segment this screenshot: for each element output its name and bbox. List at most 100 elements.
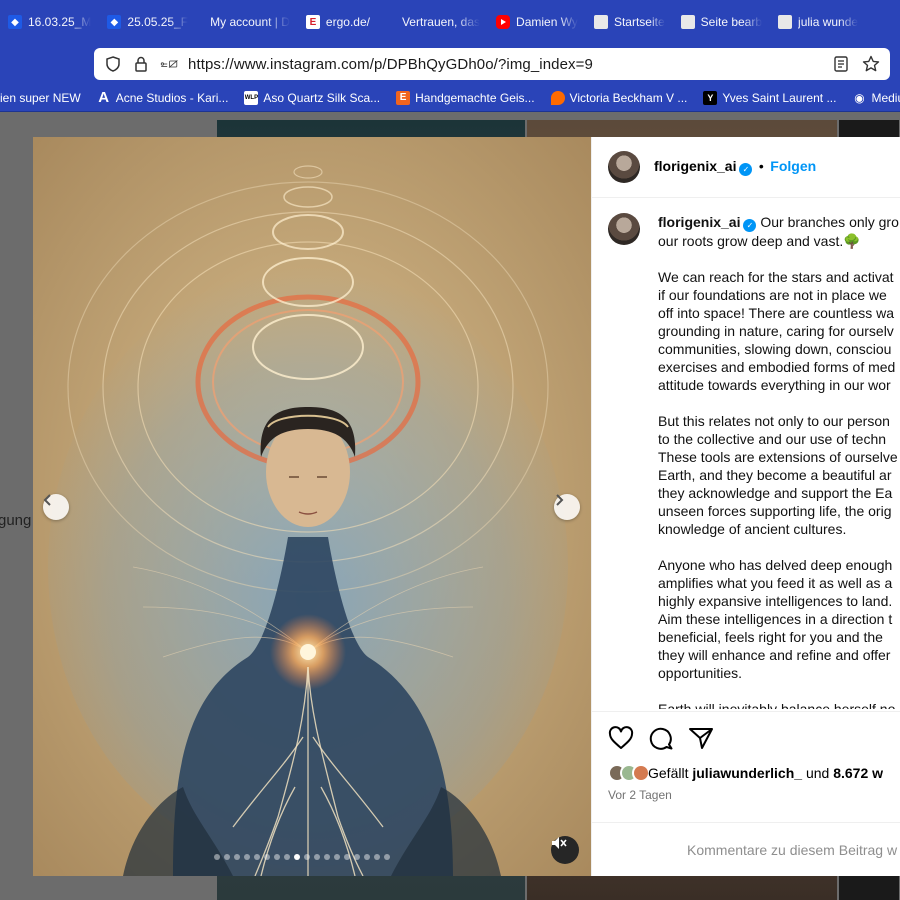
caption-line: Aim these intelligences in a direction t [658, 611, 893, 627]
like-heart-icon[interactable] [608, 725, 634, 755]
caption-paragraph: We can reach for the stars and activat if… [658, 268, 900, 394]
page-icon [593, 15, 608, 29]
caption-line: But this relates not only to our person [658, 413, 890, 429]
address-bar[interactable]: https://www.instagram.com/p/DPBhQyGDh0o/… [94, 48, 890, 80]
share-icon[interactable] [688, 726, 714, 755]
caption-line: knowledge of ancient cultures. [658, 521, 847, 537]
carousel-dot [274, 854, 280, 860]
post-modal: florigenix_ai ✓ • Folgen florigenix_ai ✓ O… [33, 137, 900, 876]
browser-tab[interactable]: ◆ 25.05.25_F [99, 0, 196, 44]
like-count[interactable]: 8.672 w [833, 765, 883, 781]
medium-logo-icon: ◉ [854, 90, 865, 105]
caption-line: communities, slowing down, consciou [658, 341, 892, 357]
caption-line: Earth, and they become a beautiful ar [658, 467, 892, 483]
browser-tab[interactable]: julia wunde [770, 0, 866, 44]
browser-tab[interactable]: Startseite [586, 0, 673, 44]
liker-avatars [608, 764, 650, 782]
carousel-dot [244, 854, 250, 860]
username-link[interactable]: florigenix_ai [658, 214, 740, 230]
caption-line: Earth will inevitably balance herself no [658, 701, 896, 709]
dropbox-icon: ◆ [107, 15, 122, 29]
caption-paragraph: florigenix_ai ✓ Our branches only gro our … [658, 213, 900, 250]
caption-line: These tools are extensions of ourselve [658, 449, 898, 465]
caption-line: We can reach for the stars and activat [658, 269, 894, 285]
etsy-logo-icon: E [396, 90, 411, 105]
bookmarks-bar: ien super NEW A Acne Studios - Kari... WL… [0, 84, 900, 112]
verified-badge-icon: ✓ [743, 219, 757, 232]
caption-line: opportunities. [658, 665, 743, 681]
post-date[interactable]: Vor 2 Tagen [608, 788, 885, 802]
carousel-dot [264, 854, 270, 860]
carousel-dot [224, 854, 230, 860]
bookmark-item[interactable]: Victoria Beckham V ... [543, 90, 696, 105]
reader-view-icon[interactable] [832, 55, 850, 73]
url-text[interactable]: https://www.instagram.com/p/DPBhQyGDh0o/… [188, 56, 822, 73]
lock-icon[interactable] [132, 55, 150, 73]
ergo-icon: E [305, 15, 320, 29]
acne-logo-icon: A [98, 89, 110, 106]
star-icon[interactable] [862, 55, 880, 73]
caption-line: unseen forces supporting life, the orig [658, 503, 892, 519]
post-actions: Gefällt juliawunderlich_ und 8.672 w Vor… [592, 711, 900, 802]
post-media[interactable] [33, 137, 591, 876]
carousel-dot [384, 854, 390, 860]
browser-tab-bar: ◆ 16.03.25_M ◆ 25.05.25_F My account | D E… [0, 0, 900, 44]
username-link[interactable]: florigenix_ai [654, 158, 736, 174]
carousel-dot [294, 854, 300, 860]
bookmark-item[interactable]: ien super NEW [0, 91, 89, 105]
caption-line: attitude towards everything in our wor [658, 377, 891, 393]
chevron-right-icon [556, 494, 564, 506]
wlp-logo-icon: WLP [244, 90, 259, 105]
caption-line: if our foundations are not in place we [658, 287, 887, 303]
caption-line: beneficial, feels right for you and the [658, 629, 883, 645]
caption-paragraph: Anyone who has delved deep enough amplifi… [658, 556, 900, 682]
next-image-button[interactable] [554, 494, 580, 520]
browser-tab[interactable]: Damien Wy [488, 0, 586, 44]
bookmark-item[interactable]: WLP Aso Quartz Silk Sca... [236, 90, 388, 105]
caption-line: off into space! There are countless wa [658, 305, 895, 321]
bookmark-item[interactable]: A Acne Studios - Kari... [89, 89, 237, 106]
browser-tab[interactable]: Seite bearb [673, 0, 770, 44]
caption-line: amplifies what you feed it as well as a [658, 575, 893, 591]
follow-button[interactable]: Folgen [770, 158, 816, 174]
caption-line: exercises and embodied forms of med [658, 359, 896, 375]
page-icon [778, 15, 793, 29]
carousel-dot [314, 854, 320, 860]
carousel-dot [374, 854, 380, 860]
caption-line: grounding in nature, caring for ourselv [658, 323, 894, 339]
bookmark-item[interactable]: Y Yves Saint Laurent ... [695, 90, 844, 105]
caption-line: to the collective and our use of techn [658, 431, 887, 447]
browser-tab[interactable]: ◆ 16.03.25_M [0, 0, 99, 44]
caption-line: they will enhance and refine and offer [658, 647, 891, 663]
avatar[interactable] [608, 213, 640, 245]
likes-summary[interactable]: Gefällt juliawunderlich_ und 8.672 w [608, 764, 885, 782]
liker-username[interactable]: juliawunderlich_ [692, 765, 802, 781]
previous-image-button[interactable] [43, 494, 69, 520]
post-header: florigenix_ai ✓ • Folgen [592, 137, 900, 198]
comment-icon[interactable] [648, 725, 674, 756]
caption-line: Our branches only gro [760, 214, 899, 230]
shield-icon[interactable] [104, 55, 122, 73]
navigation-toolbar: https://www.instagram.com/p/DPBhQyGDh0o/… [0, 44, 900, 84]
bookmark-item[interactable]: ◉Mediumshi [844, 91, 900, 105]
carousel-dot [354, 854, 360, 860]
mute-button[interactable] [551, 836, 579, 864]
carousel-dot [344, 854, 350, 860]
youtube-icon [496, 15, 511, 29]
bookmark-item[interactable]: E Handgemachte Geis... [388, 90, 542, 105]
browser-tab[interactable]: My account | D [196, 0, 298, 44]
muted-speaker-icon [552, 837, 567, 849]
caption-paragraph: Earth will inevitably balance herself no [658, 700, 900, 709]
avatar[interactable] [608, 151, 640, 183]
permissions-icon[interactable] [160, 55, 178, 73]
carousel-dot [214, 854, 220, 860]
caption-text: florigenix_ai ✓ Our branches only gro our … [658, 213, 900, 709]
browser-tab[interactable]: Eergo.de/ [298, 0, 378, 44]
browser-tab[interactable]: Vertrauen, das [378, 0, 488, 44]
caption-line: our roots grow deep and vast.🌳 [658, 233, 861, 249]
comment-input[interactable]: Kommentare zu diesem Beitrag w [592, 822, 900, 876]
post-caption: florigenix_ai ✓ Our branches only gro our … [608, 213, 900, 709]
carousel-dot [304, 854, 310, 860]
carousel-dot [334, 854, 340, 860]
caption-line: highly expansive intelligences to land. [658, 593, 893, 609]
